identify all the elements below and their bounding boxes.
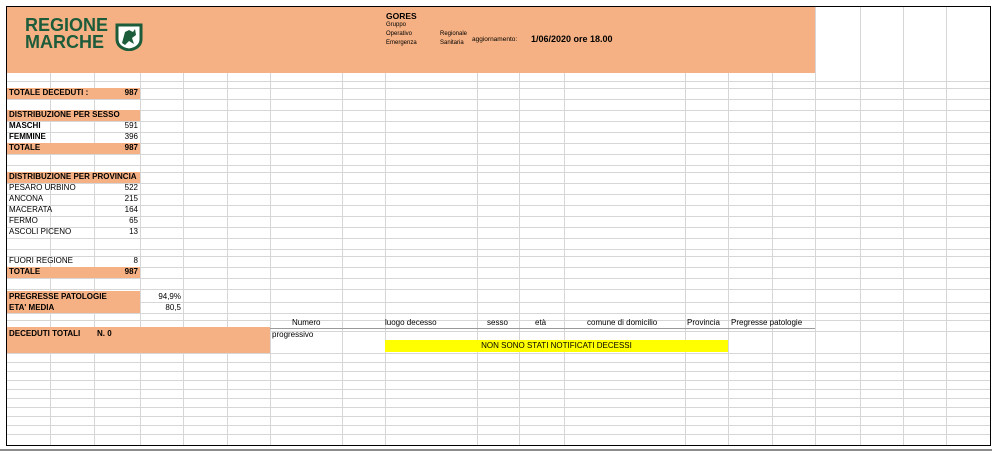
sesso-femmine-label: FEMMINE xyxy=(9,132,46,141)
totale-deceduti-value: 987 xyxy=(124,88,138,97)
provincia-pesaro-label: PESARO URBINO xyxy=(9,183,76,192)
provincia-ascoli-value: 13 xyxy=(129,227,138,236)
provincia-ancona-value: 215 xyxy=(124,194,138,203)
pregresse-value: 94,9% xyxy=(158,292,181,301)
page-bottom-rule xyxy=(0,449,992,451)
provincia-fermo-value: 65 xyxy=(129,216,138,225)
provincia-fuori-value: 8 xyxy=(133,256,138,265)
regione-marche-emblem-icon xyxy=(115,23,143,53)
org-sanitaria: Sanitaria xyxy=(440,40,464,46)
eta-label: ETA' MEDIA xyxy=(9,303,55,312)
totale-deceduti-label: TOTALE DECEDUTI : xyxy=(9,88,89,97)
provincia-total-label: TOTALE xyxy=(9,267,41,276)
col-numero-line1: Numero xyxy=(292,318,321,327)
provincia-macerata-value: 164 xyxy=(124,205,138,214)
notice-text: NON SONO STATI NOTIFICATI DECESSI xyxy=(481,341,632,350)
sesso-femmine-value: 396 xyxy=(124,132,138,141)
update-value: 1/06/2020 ore 18.00 xyxy=(531,34,613,44)
update-label: aggiornamento: xyxy=(472,36,518,43)
eta-value: 80,5 xyxy=(165,303,181,312)
org-line-1: Gruppo xyxy=(386,22,407,28)
provincia-pesaro-value: 522 xyxy=(124,183,138,192)
provincia-fuori-label: FUORI REGIONE xyxy=(9,256,74,265)
col-eta: età xyxy=(535,318,547,327)
sesso-total-value: 987 xyxy=(124,143,138,152)
org-line-2: Operativo xyxy=(386,31,413,37)
sesso-maschi-label: MASCHI xyxy=(9,121,41,130)
sesso-title: DISTRIBUZIONE PER SESSO xyxy=(9,110,120,119)
col-numero-line2: progressivo xyxy=(272,330,314,339)
col-pregresse: Pregresse patologie xyxy=(731,318,803,327)
col-sesso: sesso xyxy=(487,318,508,327)
org-regionale: Regionale xyxy=(440,31,468,37)
provincia-fermo-label: FERMO xyxy=(9,216,38,225)
provincia-ancona-label: ANCONA xyxy=(9,194,44,203)
logo-line-2: MARCHE xyxy=(25,32,104,52)
org-title: GORES xyxy=(386,11,417,21)
sesso-maschi-value: 591 xyxy=(124,121,138,130)
org-line-3: Emergenza xyxy=(386,40,417,46)
provincia-macerata-label: MACERATA xyxy=(9,205,53,214)
pregresse-label: PREGRESSE PATOLOGIE xyxy=(9,292,107,301)
deceduti-totali-value: N. 0 xyxy=(97,329,112,338)
col-comune: comune di domicilio xyxy=(587,318,658,327)
provincia-total-value: 987 xyxy=(124,267,138,276)
provincia-title: DISTRIBUZIONE PER PROVINCIA xyxy=(9,172,137,181)
sesso-total-label: TOTALE xyxy=(9,143,41,152)
logo: REGIONE MARCHE xyxy=(25,16,155,56)
col-provincia: Provincia xyxy=(687,318,720,327)
provincia-ascoli-label: ASCOLI PICENO xyxy=(9,227,72,236)
deceduti-totali-label: DECEDUTI TOTALI xyxy=(9,329,81,338)
spreadsheet: REGIONE MARCHE GORES Gruppo Operativo Em… xyxy=(6,6,991,446)
table-header-rule xyxy=(270,328,815,329)
col-luogo: luogo decesso xyxy=(385,318,437,327)
